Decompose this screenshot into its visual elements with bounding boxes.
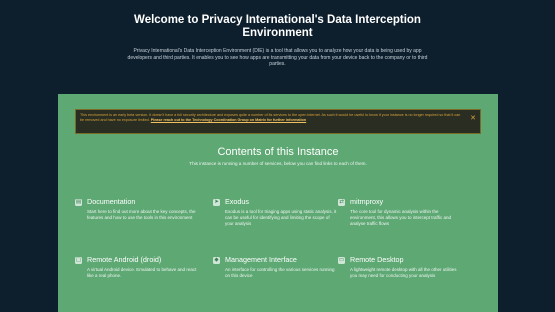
service-description: A lightweight remote desktop with all th… bbox=[350, 267, 457, 278]
contents-subtitle: This instance is running a number of ser… bbox=[189, 161, 367, 166]
service-title[interactable]: Exodus bbox=[225, 197, 249, 207]
service-card-exodus[interactable]: ➤ Exodus Exodus is a tool for triaging a… bbox=[213, 197, 338, 227]
hero-section: Welcome to Privacy International's Data … bbox=[0, 0, 555, 68]
page-title: Welcome to Privacy International's Data … bbox=[134, 14, 421, 39]
service-card-mitmproxy[interactable]: ⇄ mitmproxy The core tool for dynamic an… bbox=[338, 197, 463, 227]
contents-panel: This environment is an early beta versio… bbox=[58, 94, 498, 312]
close-icon[interactable]: ✕ bbox=[470, 115, 476, 122]
android-icon: ▢ bbox=[75, 256, 82, 264]
service-description: An interface for controlling the various… bbox=[225, 267, 335, 278]
service-description: The core tool for dynamic analysis withi… bbox=[350, 209, 451, 226]
service-card-documentation[interactable]: ▤ Documentation Start here to find out m… bbox=[75, 197, 200, 221]
service-description: A virtual Android device. Emulated to be… bbox=[87, 267, 197, 278]
service-description: Start here to find out more about the ke… bbox=[87, 209, 196, 220]
service-title[interactable]: mitmproxy bbox=[350, 197, 383, 207]
service-card-remote-android[interactable]: ▢ Remote Android (droid) A virtual Andro… bbox=[75, 255, 200, 279]
desktop-icon: ▭ bbox=[338, 256, 345, 264]
network-icon: ⇄ bbox=[338, 198, 345, 206]
service-title[interactable]: Management Interface bbox=[225, 255, 297, 265]
service-card-remote-desktop[interactable]: ▭ Remote Desktop A lightweight remote de… bbox=[338, 255, 463, 279]
service-card-management-interface[interactable]: ◆ Management Interface An interface for … bbox=[213, 255, 338, 279]
alert-link[interactable]: Please reach out to the Technology Coord… bbox=[151, 118, 306, 122]
contents-title: Contents of this Instance bbox=[217, 146, 339, 158]
service-title[interactable]: Remote Android (droid) bbox=[87, 255, 161, 265]
page-description: Privacy International's Data Interceptio… bbox=[127, 48, 428, 67]
document-icon: ▤ bbox=[75, 198, 82, 206]
settings-icon: ◆ bbox=[213, 256, 220, 264]
beta-warning-alert: This environment is an early beta versio… bbox=[75, 109, 481, 134]
send-icon: ➤ bbox=[213, 198, 220, 206]
service-title[interactable]: Remote Desktop bbox=[350, 255, 404, 265]
service-description: Exodus is a tool for triaging apps using… bbox=[225, 209, 337, 226]
service-title[interactable]: Documentation bbox=[87, 197, 135, 207]
